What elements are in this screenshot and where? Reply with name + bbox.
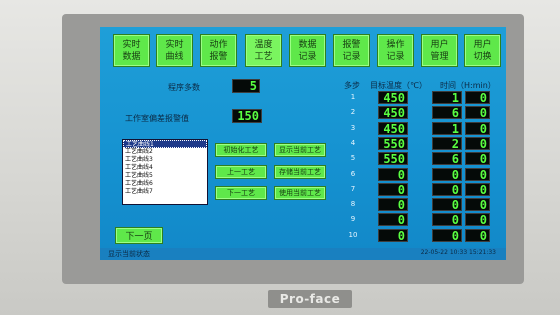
step-number: 7 xyxy=(350,184,356,193)
time-minute-input[interactable]: 0 xyxy=(465,152,490,166)
target-temp-input[interactable]: 0 xyxy=(378,167,408,181)
tab-action-alarm[interactable]: 动作 报警 xyxy=(200,34,237,67)
target-temp-input[interactable]: 0 xyxy=(378,228,408,242)
process-list-item[interactable]: 工艺曲线1 xyxy=(123,140,207,148)
step-number: 6 xyxy=(350,169,356,178)
time-minute-input[interactable]: 0 xyxy=(465,182,490,196)
process-list-item[interactable]: 工艺曲线6 xyxy=(123,180,207,188)
next-page-button[interactable]: 下一页 xyxy=(115,227,163,244)
time-minute-input[interactable]: 0 xyxy=(465,121,490,135)
process-list[interactable]: 工艺曲线1 工艺曲线2 工艺曲线3 工艺曲线4 工艺曲线5 工艺曲线6 工艺曲线7 xyxy=(122,139,208,205)
tab-realtime-data[interactable]: 实时 数据 xyxy=(113,34,150,67)
step-number: 8 xyxy=(350,200,356,209)
time-hour-input[interactable]: 1 xyxy=(432,91,462,105)
tab-alarm-record[interactable]: 报警 记录 xyxy=(333,34,370,67)
target-temp-input[interactable]: 550 xyxy=(378,152,408,166)
time-hour-input[interactable]: 0 xyxy=(432,182,462,196)
tab-realtime-curve[interactable]: 实时 曲线 xyxy=(156,34,193,67)
time-hour-input[interactable]: 0 xyxy=(432,167,462,181)
hmi-screen: 实时 数据 实时 曲线 动作 报警 温度 工艺 数据 记录 报警 记录 操作 记… xyxy=(100,27,506,260)
time-hour-input[interactable]: 6 xyxy=(432,106,462,120)
status-text: 显示当前状态 xyxy=(108,250,150,258)
time-minute-input[interactable]: 0 xyxy=(465,228,490,242)
time-hour-input[interactable]: 0 xyxy=(432,228,462,242)
target-temp-header: 目标温度（℃） xyxy=(370,81,427,90)
target-temp-input[interactable]: 450 xyxy=(378,121,408,135)
step-number: 10 xyxy=(348,230,358,239)
time-hour-input[interactable]: 2 xyxy=(432,136,462,150)
tab-user-switch[interactable]: 用户 切换 xyxy=(464,34,501,67)
time-minute-input[interactable]: 0 xyxy=(465,106,490,120)
time-minute-input[interactable]: 0 xyxy=(465,136,490,150)
step-column-header: 多步 xyxy=(344,81,360,90)
time-minute-input[interactable]: 0 xyxy=(465,167,490,181)
target-temp-input[interactable]: 550 xyxy=(378,136,408,150)
process-list-item[interactable]: 工艺曲线4 xyxy=(123,164,207,172)
program-steps-input[interactable]: 5 xyxy=(232,79,260,93)
step-number: 4 xyxy=(350,138,356,147)
step-number: 1 xyxy=(350,93,356,101)
time-hour-input[interactable]: 0 xyxy=(432,213,462,227)
save-current-process-button[interactable]: 存储当前工艺 xyxy=(274,165,326,179)
process-list-item[interactable]: 工艺曲线2 xyxy=(123,148,207,156)
target-temp-input[interactable]: 450 xyxy=(378,106,408,120)
datetime-readout: 22-05-22 10:33 15:21:33 xyxy=(420,249,496,256)
tab-user-manage[interactable]: 用户 管理 xyxy=(421,34,458,67)
step-number: 3 xyxy=(350,123,356,132)
prev-process-button[interactable]: 上一工艺 xyxy=(215,165,267,179)
deviation-alarm-label: 工作室偏差报警值 xyxy=(125,114,189,123)
brand-logo: Pro-face xyxy=(268,290,352,308)
process-list-item[interactable]: 工艺曲线7 xyxy=(123,188,207,196)
time-hour-input[interactable]: 0 xyxy=(432,198,462,212)
time-minute-input[interactable]: 0 xyxy=(465,198,490,212)
deviation-alarm-input[interactable]: 150 xyxy=(232,109,262,123)
tab-operation-record[interactable]: 操作 记录 xyxy=(377,34,414,67)
use-current-process-button[interactable]: 使用当前工艺 xyxy=(274,186,326,200)
next-process-button[interactable]: 下一工艺 xyxy=(215,186,267,200)
process-list-item[interactable]: 工艺曲线3 xyxy=(123,156,207,164)
time-hour-input[interactable]: 1 xyxy=(432,121,462,135)
show-current-process-button[interactable]: 显示当前工艺 xyxy=(274,143,326,157)
process-list-item[interactable]: 工艺曲线5 xyxy=(123,172,207,180)
step-number: 9 xyxy=(350,215,356,224)
time-minute-input[interactable]: 0 xyxy=(465,91,490,105)
target-temp-input[interactable]: 0 xyxy=(378,213,408,227)
tab-temp-process[interactable]: 温度 工艺 xyxy=(245,34,282,67)
time-minute-input[interactable]: 0 xyxy=(465,213,490,227)
step-number: 2 xyxy=(350,108,356,117)
time-hour-input[interactable]: 6 xyxy=(432,152,462,166)
time-header: 时间（H:min） xyxy=(440,81,496,90)
nav-bar: 实时 数据 实时 曲线 动作 报警 温度 工艺 数据 记录 报警 记录 操作 记… xyxy=(100,27,506,71)
target-temp-input[interactable]: 0 xyxy=(378,198,408,212)
target-temp-input[interactable]: 0 xyxy=(378,182,408,196)
status-bar: 显示当前状态 22-05-22 10:33 15:21:33 xyxy=(100,248,506,260)
tab-data-record[interactable]: 数据 记录 xyxy=(289,34,326,67)
step-number: 5 xyxy=(350,154,356,163)
init-process-button[interactable]: 初始化工艺 xyxy=(215,143,267,157)
program-steps-label: 程序多数 xyxy=(168,83,200,92)
target-temp-input[interactable]: 450 xyxy=(378,91,408,105)
